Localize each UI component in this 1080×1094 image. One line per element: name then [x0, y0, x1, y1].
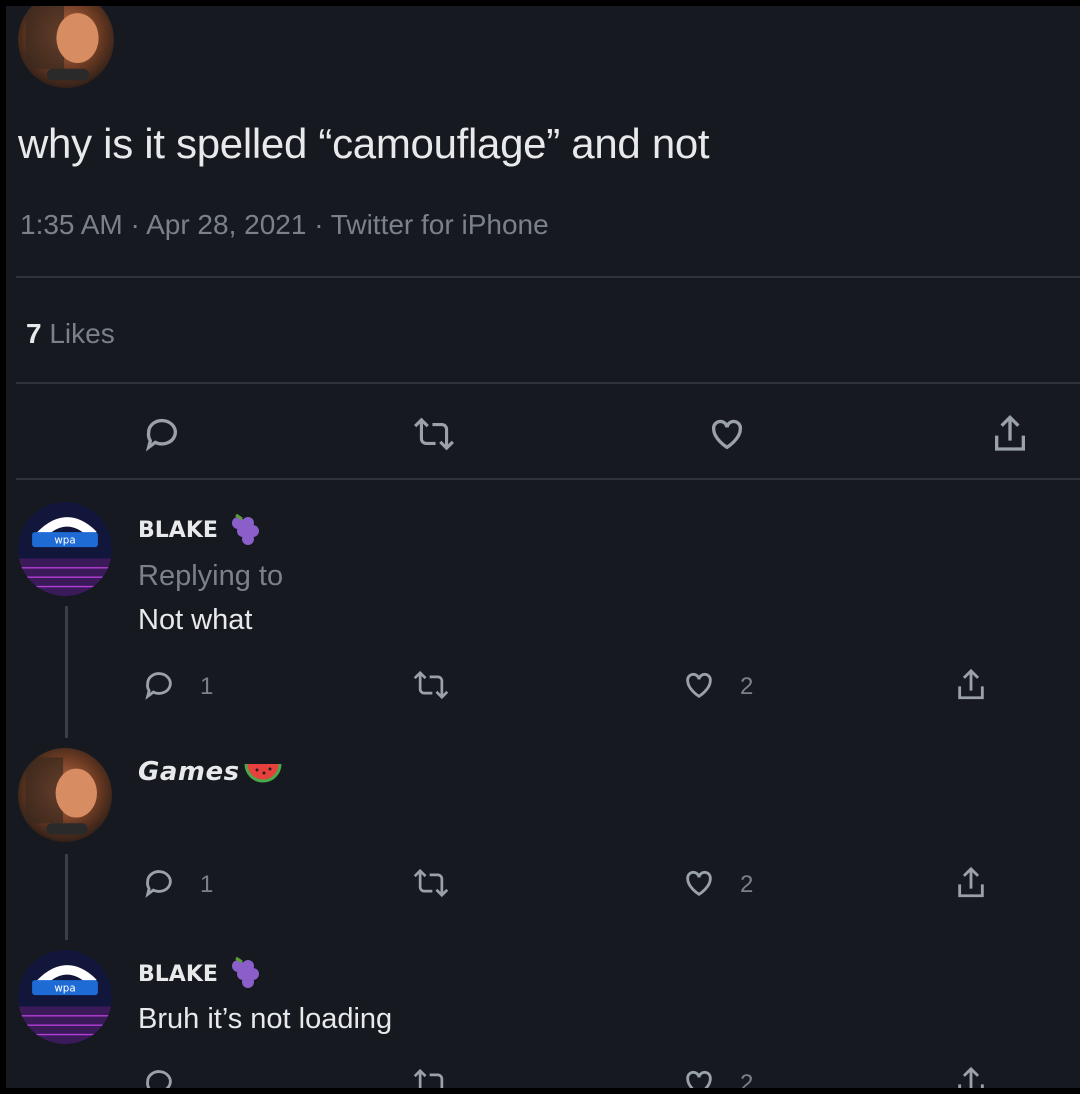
reply-author[interactable]: Games — [138, 757, 240, 787]
likes-label: Likes — [49, 318, 115, 349]
tweet-text: why is it spelled “camouflage” and not — [18, 120, 710, 167]
reply-author[interactable]: BLAKE — [138, 962, 218, 987]
svg-text:wpa: wpa — [54, 982, 75, 994]
like-icon[interactable] — [707, 414, 747, 454]
reply-icon[interactable] — [142, 414, 182, 454]
replying-to: Replying to — [138, 560, 284, 592]
divider — [16, 478, 1080, 480]
retweet-icon[interactable] — [412, 670, 450, 700]
like-count: 2 — [740, 871, 754, 898]
grapes-emoji — [228, 954, 262, 995]
retweet-icon[interactable] — [412, 1068, 450, 1088]
like-count: 2 — [740, 1070, 754, 1088]
reply-text: Not what — [138, 604, 253, 636]
reply-count: 1 — [200, 673, 214, 700]
share-icon[interactable] — [954, 1064, 988, 1088]
tweet-meta: 1:35 AM · Apr 28, 2021 · Twitter for iPh… — [20, 209, 549, 240]
divider — [16, 276, 1080, 278]
blake-avatar-icon: wpa — [18, 950, 112, 1044]
reply-avatar[interactable] — [18, 748, 112, 842]
reply-icon[interactable] — [142, 1066, 176, 1088]
thread-line — [65, 606, 68, 738]
reply-avatar[interactable]: wpa — [18, 502, 112, 596]
author-avatar[interactable] — [18, 6, 114, 88]
likes-summary[interactable]: 7 Likes — [26, 318, 115, 350]
retweet-icon[interactable] — [412, 416, 456, 452]
like-icon[interactable] — [682, 1066, 716, 1088]
games-avatar-icon — [18, 6, 114, 88]
divider — [16, 382, 1080, 384]
like-icon[interactable] — [682, 668, 716, 702]
reply-icon[interactable] — [142, 866, 176, 900]
reply-avatar[interactable]: wpa — [18, 950, 112, 1044]
reply-count: 1 — [200, 871, 214, 898]
reply-icon[interactable] — [142, 668, 176, 702]
svg-text:wpa: wpa — [54, 534, 75, 546]
grapes-emoji — [228, 511, 262, 552]
watermelon-emoji — [244, 762, 282, 791]
share-icon[interactable] — [990, 412, 1030, 456]
thread-line — [65, 854, 68, 940]
share-icon[interactable] — [954, 666, 988, 704]
like-count: 2 — [740, 673, 754, 700]
reply-author[interactable]: BLAKE — [138, 518, 218, 543]
like-icon[interactable] — [682, 866, 716, 900]
tweet-thread: why is it spelled “camouflage” and not 1… — [6, 6, 1080, 1088]
retweet-icon[interactable] — [412, 868, 450, 898]
games-avatar-icon — [18, 748, 112, 842]
blake-avatar-icon: wpa — [18, 502, 112, 596]
share-icon[interactable] — [954, 864, 988, 902]
reply-text: Bruh it’s not loading — [138, 1003, 393, 1035]
likes-count: 7 — [26, 318, 42, 349]
